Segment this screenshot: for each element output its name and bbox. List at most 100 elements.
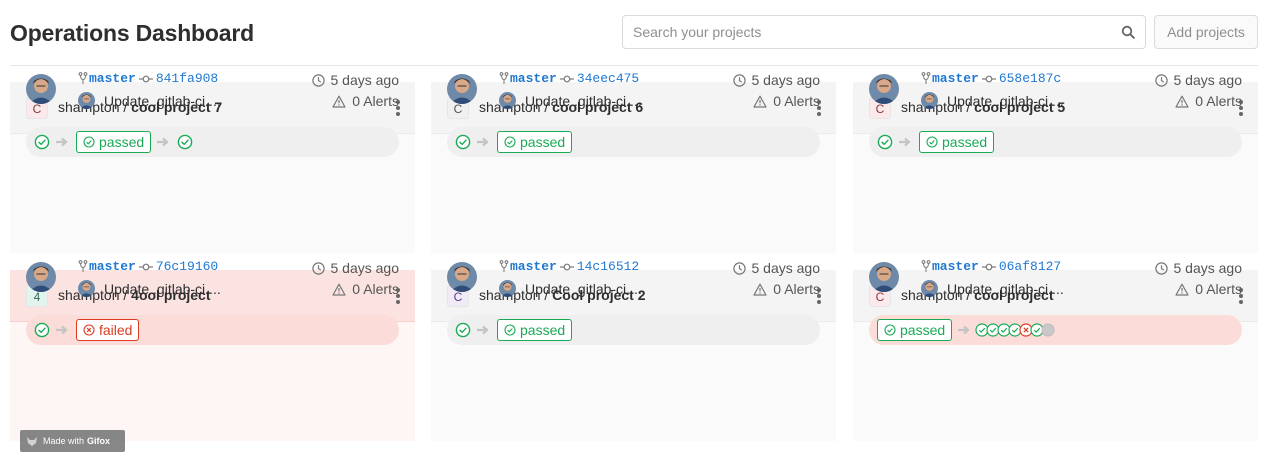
stage-status-icon[interactable] bbox=[34, 322, 50, 338]
clock-icon bbox=[1154, 261, 1168, 275]
commit-sha-link[interactable]: 76c19160 bbox=[156, 259, 218, 274]
branch-icon bbox=[78, 260, 88, 272]
check-circle-icon bbox=[83, 136, 95, 148]
branch-commit-row: master 76c19160 bbox=[78, 259, 218, 274]
commit-author-avatar[interactable] bbox=[921, 92, 938, 109]
user-avatar[interactable] bbox=[447, 262, 477, 292]
branch-link[interactable]: master bbox=[510, 259, 557, 274]
alerts-count[interactable]: 0 Alerts bbox=[1175, 93, 1242, 109]
watermark-prefix: Made with bbox=[43, 436, 85, 446]
last-deploy-time: 5 days ago bbox=[732, 72, 820, 88]
alerts-count[interactable]: 0 Alerts bbox=[753, 93, 820, 109]
more-pipelines-icon[interactable] bbox=[1041, 323, 1055, 337]
check-circle-icon bbox=[504, 324, 516, 336]
search-icon[interactable] bbox=[1121, 25, 1135, 39]
arrow-right-icon bbox=[56, 137, 68, 147]
commit-message[interactable]: Update .gitlab-ci.... bbox=[947, 281, 1064, 297]
commit-message[interactable]: Update .gitlab-ci.... bbox=[525, 93, 642, 109]
downstream-pipelines[interactable] bbox=[975, 323, 1055, 337]
commit-icon bbox=[559, 75, 574, 82]
user-avatar[interactable] bbox=[26, 74, 56, 104]
user-avatar-image bbox=[447, 262, 477, 292]
commit-message[interactable]: Update .gitlab-ci.... bbox=[104, 93, 221, 109]
user-avatar-image bbox=[869, 74, 899, 104]
branch-link[interactable]: master bbox=[510, 71, 557, 86]
commit-message[interactable]: Update .gitlab-ci.... bbox=[947, 93, 1064, 109]
pipeline-bar: passed bbox=[26, 127, 399, 157]
stage-status-icon[interactable] bbox=[455, 322, 471, 338]
stage-status-icon[interactable] bbox=[34, 134, 50, 150]
pipeline-status-badge[interactable]: passed bbox=[497, 319, 573, 341]
commit-sha-link[interactable]: 34eec475 bbox=[577, 71, 639, 86]
add-projects-button[interactable]: Add projects bbox=[1154, 15, 1258, 49]
clock-icon bbox=[732, 73, 746, 87]
pipeline-stages: passed bbox=[877, 315, 1055, 345]
alerts-count[interactable]: 0 Alerts bbox=[1175, 281, 1242, 297]
alerts-count[interactable]: 0 Alerts bbox=[332, 93, 399, 109]
pipeline-bar: passed bbox=[869, 315, 1242, 345]
commit-sha-link[interactable]: 658e187c bbox=[999, 71, 1061, 86]
warning-icon bbox=[332, 95, 346, 108]
commit-author-avatar[interactable] bbox=[921, 280, 938, 297]
commit-author-avatar[interactable] bbox=[499, 280, 516, 297]
alerts-count[interactable]: 0 Alerts bbox=[332, 281, 399, 297]
commit-author-avatar[interactable] bbox=[78, 280, 95, 297]
user-avatar[interactable] bbox=[869, 262, 899, 292]
pipeline-status-badge[interactable]: passed bbox=[497, 131, 573, 153]
alerts-count[interactable]: 0 Alerts bbox=[753, 281, 820, 297]
commit-icon bbox=[981, 75, 996, 82]
arrow-right-icon bbox=[958, 325, 970, 335]
branch-link[interactable]: master bbox=[932, 71, 979, 86]
pipeline-status-badge[interactable]: failed bbox=[76, 319, 140, 341]
commit-author-image bbox=[499, 280, 516, 297]
downstream-status-icon[interactable] bbox=[177, 134, 193, 150]
pipeline-bar: passed bbox=[869, 127, 1242, 157]
clock-icon bbox=[732, 261, 746, 275]
commit-message[interactable]: Update .gitlab-ci.... bbox=[104, 281, 221, 297]
clock-icon bbox=[311, 261, 325, 275]
user-avatar[interactable] bbox=[447, 74, 477, 104]
page-title: Operations Dashboard bbox=[10, 20, 254, 46]
branch-icon bbox=[921, 260, 931, 272]
branch-link[interactable]: master bbox=[89, 259, 136, 274]
commit-author-avatar[interactable] bbox=[78, 92, 95, 109]
last-deploy-time: 5 days ago bbox=[1154, 72, 1242, 88]
pipeline-status-badge[interactable]: passed bbox=[76, 131, 152, 153]
commit-sha-link[interactable]: 14c16512 bbox=[577, 259, 639, 274]
check-circle-icon bbox=[504, 136, 516, 148]
branch-icon bbox=[78, 72, 88, 84]
stage-status-icon[interactable] bbox=[455, 134, 471, 150]
commit-author-avatar[interactable] bbox=[499, 92, 516, 109]
branch-link[interactable]: master bbox=[932, 259, 979, 274]
x-circle-icon bbox=[83, 324, 95, 336]
branch-link[interactable]: master bbox=[89, 71, 136, 86]
branch-commit-row: master 34eec475 bbox=[499, 71, 639, 86]
fox-icon bbox=[27, 436, 37, 446]
user-avatar[interactable] bbox=[869, 74, 899, 104]
pipeline-stages: passed bbox=[877, 127, 995, 157]
pipeline-bar: passed bbox=[447, 127, 820, 157]
pipeline-stages: failed bbox=[34, 315, 140, 345]
pipeline-status-badge[interactable]: passed bbox=[877, 319, 953, 341]
commit-author-image bbox=[499, 92, 516, 109]
pipeline-bar: failed bbox=[26, 315, 399, 345]
commit-sha-link[interactable]: 06af8127 bbox=[999, 259, 1061, 274]
pipeline-status-badge[interactable]: passed bbox=[919, 131, 995, 153]
check-circle-icon bbox=[884, 324, 896, 336]
user-avatar[interactable] bbox=[26, 262, 56, 292]
branch-commit-row: master 658e187c bbox=[921, 71, 1061, 86]
search-box[interactable] bbox=[622, 15, 1146, 49]
commit-author-image bbox=[78, 280, 95, 297]
commit-author-image bbox=[78, 92, 95, 109]
user-avatar-image bbox=[869, 262, 899, 292]
commit-sha-link[interactable]: 841fa908 bbox=[156, 71, 218, 86]
search-input[interactable] bbox=[623, 16, 1113, 48]
commit-author-image bbox=[921, 280, 938, 297]
commit-icon bbox=[559, 263, 574, 270]
stage-status-icon[interactable] bbox=[877, 134, 893, 150]
gifox-watermark: Made with Gifox bbox=[20, 430, 125, 452]
arrow-right-icon bbox=[477, 325, 489, 335]
warning-icon bbox=[1175, 95, 1189, 108]
last-deploy-time: 5 days ago bbox=[311, 72, 399, 88]
commit-message[interactable]: Update .gitlab-ci.... bbox=[525, 281, 642, 297]
